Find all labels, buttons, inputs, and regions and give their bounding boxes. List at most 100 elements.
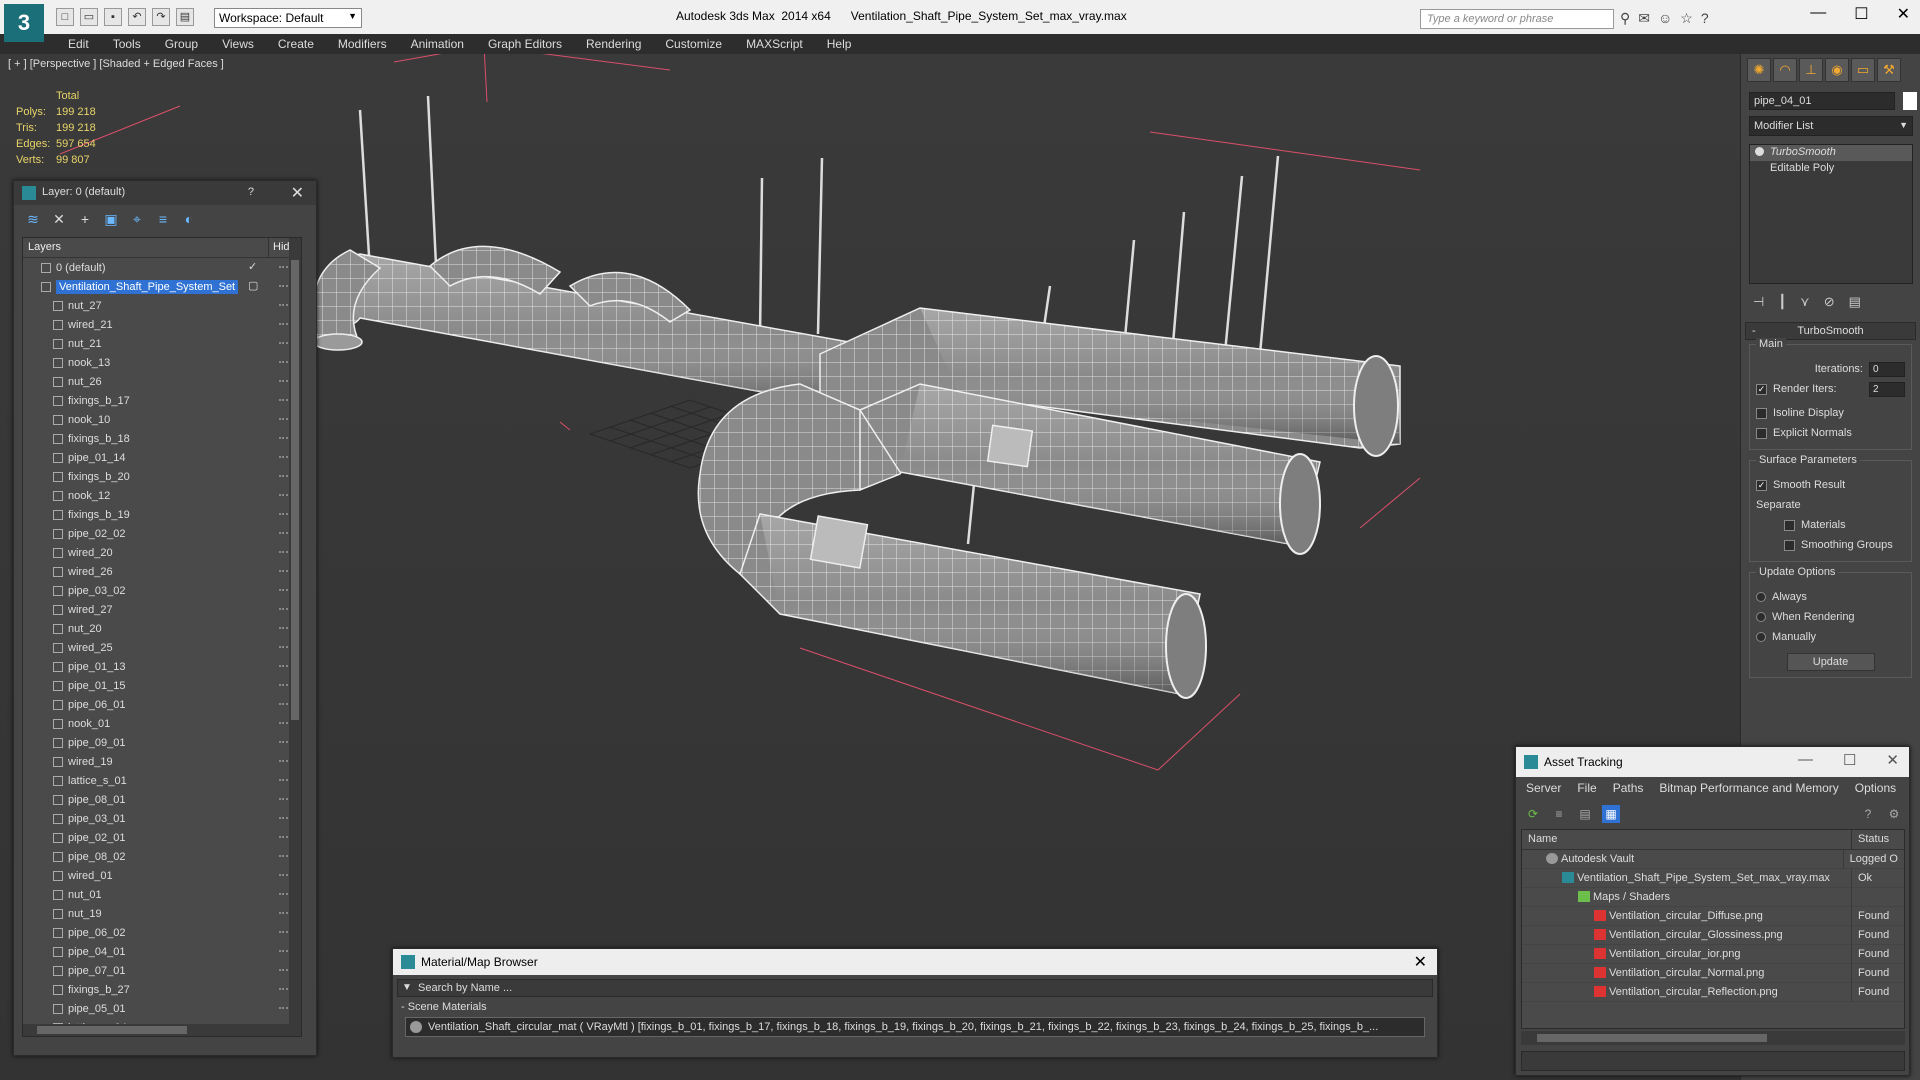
layer-object-item[interactable]: pipe_06_02 <box>23 923 301 942</box>
scene-materials-group[interactable]: - Scene Materials <box>401 1001 1429 1013</box>
list-view-icon[interactable]: ≡ <box>1550 805 1568 823</box>
layer-object-item[interactable]: fixings_b_19 <box>23 505 301 524</box>
user-icon[interactable]: ☺ <box>1658 10 1672 27</box>
layer-object-item[interactable]: pipe_02_01 <box>23 828 301 847</box>
show-end-result-icon[interactable]: ┃ <box>1778 294 1786 310</box>
update-always-radio[interactable] <box>1756 592 1766 602</box>
layer-object-item[interactable]: pipe_02_02 <box>23 524 301 543</box>
layer-object-item[interactable]: pipe_04_01 <box>23 942 301 961</box>
vertical-scrollbar[interactable] <box>289 238 301 1036</box>
utilities-tab-icon[interactable]: ⚒ <box>1877 58 1901 82</box>
menu-paths[interactable]: Paths <box>1605 781 1652 797</box>
layer-object-item[interactable]: pipe_09_01 <box>23 733 301 752</box>
layer-object-item[interactable]: pipe_01_14 <box>23 448 301 467</box>
hierarchy-tab-icon[interactable]: ⊥ <box>1799 58 1823 82</box>
communication-icon[interactable]: ✉ <box>1638 10 1650 27</box>
isoline-display-checkbox[interactable] <box>1756 407 1767 419</box>
app-logo-button[interactable]: 3 <box>4 4 44 42</box>
layer-object-item[interactable]: nook_10 <box>23 410 301 429</box>
layer-object-item[interactable]: nut_19 <box>23 904 301 923</box>
layer-ventilation-set[interactable]: Ventilation_Shaft_Pipe_System_Set ▢ <box>23 277 301 296</box>
menu-file[interactable]: File <box>1569 781 1604 797</box>
stack-item-turbosmooth[interactable]: TurboSmooth <box>1750 145 1912 161</box>
layer-object-item[interactable]: wired_25 <box>23 638 301 657</box>
add-selection-icon[interactable]: ▣ <box>102 210 120 228</box>
make-unique-icon[interactable]: ⋎ <box>1800 294 1810 310</box>
asset-tracking-titlebar[interactable]: Asset Tracking — ☐ ✕ <box>1516 747 1909 777</box>
asset-row[interactable]: Autodesk Vault Logged O <box>1522 849 1904 869</box>
menu-customize[interactable]: Customize <box>653 34 734 54</box>
update-button[interactable]: Update <box>1786 653 1875 671</box>
layer-object-item[interactable]: wired_27 <box>23 600 301 619</box>
object-name-field[interactable]: pipe_04_01 <box>1749 92 1895 110</box>
menu-modifiers[interactable]: Modifiers <box>326 34 399 54</box>
menu-server[interactable]: Server <box>1518 781 1569 797</box>
help-icon[interactable]: ? <box>1701 10 1709 27</box>
layer-object-item[interactable]: fixings_b_18 <box>23 429 301 448</box>
help-icon[interactable]: ? <box>1859 805 1877 823</box>
maximize-button[interactable]: ☐ <box>1854 4 1868 24</box>
layer-object-item[interactable]: pipe_06_01 <box>23 695 301 714</box>
render-iters-checkbox[interactable]: ✓ <box>1756 383 1767 395</box>
close-button[interactable]: ✕ <box>1414 952 1427 972</box>
options-triangle-icon[interactable]: ▼ <box>402 982 412 993</box>
workspace-dropdown[interactable]: Workspace: Default ▼ <box>214 8 362 28</box>
smooth-result-checkbox[interactable]: ✓ <box>1756 479 1767 491</box>
column-name[interactable]: Name <box>1522 830 1852 849</box>
menu-create[interactable]: Create <box>266 34 326 54</box>
layer-object-item[interactable]: nut_26 <box>23 372 301 391</box>
menu-graph-editors[interactable]: Graph Editors <box>476 34 574 54</box>
column-status[interactable]: Status <box>1852 830 1895 849</box>
maximize-button[interactable]: ☐ <box>1843 751 1856 769</box>
layer-object-item[interactable]: nut_20 <box>23 619 301 638</box>
help-button[interactable]: ? <box>248 186 254 198</box>
menu-bitmap-performance[interactable]: Bitmap Performance and Memory <box>1651 781 1846 797</box>
explicit-normals-checkbox[interactable] <box>1756 427 1767 439</box>
asset-row[interactable]: Ventilation_circular_ior.png Found <box>1522 944 1904 964</box>
minimize-button[interactable]: — <box>1810 4 1826 24</box>
create-tab-icon[interactable]: ✺ <box>1747 58 1771 82</box>
material-item[interactable]: Ventilation_Shaft_circular_mat ( VRayMtl… <box>405 1017 1425 1037</box>
layer-object-item[interactable]: pipe_08_01 <box>23 790 301 809</box>
save-icon[interactable]: ▪ <box>104 8 122 26</box>
layer-object-item[interactable]: pipe_01_15 <box>23 676 301 695</box>
layer-object-item[interactable]: pipe_03_01 <box>23 809 301 828</box>
viewport-label[interactable]: [ + ] [Perspective ] [Shaded + Edged Fac… <box>8 58 224 70</box>
select-objects-icon[interactable]: ⌖ <box>128 210 146 228</box>
pin-stack-icon[interactable]: ⊣ <box>1753 294 1764 310</box>
help-search-input[interactable]: Type a keyword or phrase <box>1420 9 1614 29</box>
layer-explorer-titlebar[interactable]: Layer: 0 (default) ? ✕ <box>14 181 316 205</box>
remove-modifier-icon[interactable]: ⊘ <box>1824 294 1835 310</box>
motion-tab-icon[interactable]: ◉ <box>1825 58 1849 82</box>
menu-edit[interactable]: Edit <box>56 34 101 54</box>
hide-all-icon[interactable]: ◐ <box>180 210 198 228</box>
asset-row[interactable]: Ventilation_circular_Glossiness.png Found <box>1522 925 1904 945</box>
modify-tab-icon[interactable]: ◠ <box>1773 58 1797 82</box>
layer-object-item[interactable]: nook_01 <box>23 714 301 733</box>
separate-smoothing-groups-checkbox[interactable] <box>1784 539 1795 551</box>
layer-object-item[interactable]: nook_12 <box>23 486 301 505</box>
refresh-icon[interactable]: ⟳ <box>1524 805 1542 823</box>
binoculars-icon[interactable]: ⚲ <box>1620 10 1630 27</box>
menu-rendering[interactable]: Rendering <box>574 34 653 54</box>
settings-icon[interactable]: ⚙ <box>1885 805 1903 823</box>
modifier-list-dropdown[interactable]: Modifier List ▼ <box>1749 116 1913 136</box>
open-icon[interactable]: ▭ <box>80 8 98 26</box>
material-search-input[interactable]: ▼ Search by Name ... <box>397 979 1433 997</box>
asset-row[interactable]: Ventilation_circular_Normal.png Found <box>1522 963 1904 983</box>
highlight-layer-icon[interactable]: ≡ <box>154 210 172 228</box>
update-when-rendering-radio[interactable] <box>1756 612 1766 622</box>
star-icon[interactable]: ☆ <box>1680 10 1693 27</box>
stack-item-editable-poly[interactable]: Editable Poly <box>1750 161 1912 177</box>
delete-layer-icon[interactable]: ✕ <box>50 210 68 228</box>
menu-tools[interactable]: Tools <box>101 34 153 54</box>
layer-settings-icon[interactable]: ≋ <box>24 210 42 228</box>
layer-object-item[interactable]: wired_21 <box>23 315 301 334</box>
close-button[interactable]: ✕ <box>1886 751 1899 769</box>
layer-object-item[interactable]: wired_01 <box>23 866 301 885</box>
menu-group[interactable]: Group <box>153 34 210 54</box>
undo-icon[interactable]: ↶ <box>128 8 146 26</box>
lightbulb-icon[interactable] <box>1755 147 1764 156</box>
menu-animation[interactable]: Animation <box>399 34 476 54</box>
iterations-spinner[interactable]: 0 <box>1869 361 1905 377</box>
